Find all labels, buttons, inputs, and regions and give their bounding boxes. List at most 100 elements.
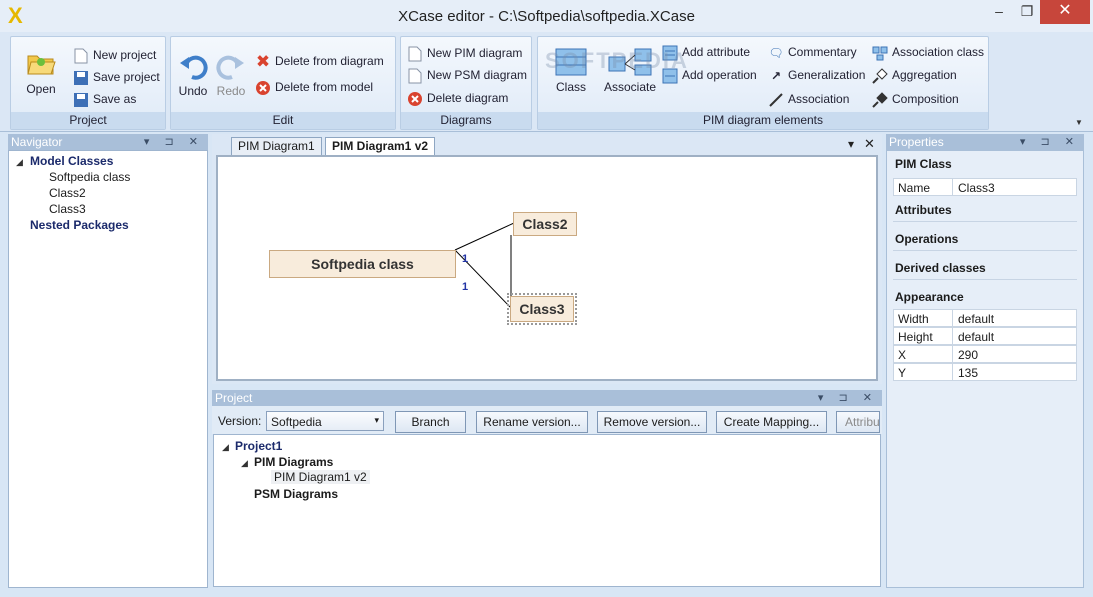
remove-version-button[interactable]: Remove version... (597, 411, 707, 433)
property-name-row[interactable]: Name Class3 (893, 178, 1077, 196)
composition-diamond-icon (872, 92, 888, 108)
class-class3[interactable]: Class3 (507, 293, 577, 325)
navigator-panel: Navigator ▾ ⊐ ✕ ◢ Model Classes Softpedi… (8, 134, 208, 588)
new-pim-diagram-button[interactable]: New PIM diagram (407, 43, 522, 63)
tab-pim-diagram1[interactable]: PIM Diagram1 (231, 137, 322, 155)
undo-arrow-icon (180, 55, 208, 80)
project-header: Project ▾ ⊐ ✕ (212, 390, 882, 406)
tree-class-item[interactable]: Class2 (49, 186, 86, 200)
version-select[interactable]: Softpedia ▾ (266, 411, 384, 431)
minimize-button[interactable]: – (984, 0, 1014, 24)
new-project-button[interactable]: New project (73, 45, 156, 65)
aggregation-button[interactable]: Aggregation (872, 65, 957, 85)
open-button[interactable]: Open (19, 47, 63, 96)
panel-pin-icon[interactable]: ▾ ⊐ ✕ (818, 390, 878, 406)
save-as-button[interactable]: Save as (73, 89, 136, 109)
property-key: Height (898, 330, 933, 344)
property-key: Name (898, 181, 931, 195)
association-line-top[interactable] (454, 222, 515, 251)
association-line-icon (768, 92, 784, 108)
tree-class-item[interactable]: Class3 (49, 202, 86, 216)
association-button[interactable]: Association (768, 89, 849, 109)
tree-project-root[interactable]: Project1 (235, 439, 282, 453)
tree-pim-diagram-item[interactable]: PIM Diagram1 v2 (271, 470, 370, 484)
class-softpedia[interactable]: Softpedia class (269, 250, 456, 278)
red-x-icon: ✖ (255, 51, 271, 71)
section-divider (893, 279, 1077, 280)
panel-pin-icon[interactable]: ▾ ⊐ ✕ (144, 134, 204, 150)
property-key: X (898, 348, 907, 362)
property-height-row[interactable]: Height default (893, 327, 1077, 345)
undo-label: Undo (178, 84, 208, 98)
tree-psm-diagrams[interactable]: PSM Diagrams (254, 487, 338, 501)
generalization-button[interactable]: ↗ Generalization (768, 65, 865, 85)
version-label: Version: (218, 414, 262, 428)
redo-button[interactable]: Redo (213, 51, 249, 98)
navigator-title: Navigator (11, 135, 63, 149)
redo-label: Redo (216, 84, 246, 98)
ribbon-collapse-icon[interactable]: ▼ (1075, 118, 1083, 127)
undo-button[interactable]: Undo (175, 51, 211, 98)
property-divider (952, 364, 953, 380)
property-value: default (958, 312, 995, 326)
properties-derived-classes: Derived classes (895, 261, 986, 275)
property-value: 135 (958, 366, 979, 380)
save-project-button[interactable]: Save project (73, 67, 160, 87)
new-document-icon (407, 46, 423, 62)
properties-section-header: PIM Class (895, 157, 952, 171)
chevron-down-icon: ▾ (374, 415, 379, 425)
new-psm-diagram-button[interactable]: New PSM diagram (407, 65, 527, 85)
rename-version-button[interactable]: Rename version... (476, 411, 588, 433)
properties-operations: Operations (895, 232, 959, 246)
window-title: XCase editor - C:\Softpedia\softpedia.XC… (398, 8, 695, 25)
create-mapping-button[interactable]: Create Mapping... (716, 411, 827, 433)
maximize-button[interactable]: ❐ (1012, 0, 1042, 24)
class-class2[interactable]: Class2 (513, 212, 577, 236)
property-width-row[interactable]: Width default (893, 309, 1077, 327)
redo-arrow-icon (216, 55, 244, 80)
commentary-button[interactable]: 🗨 Commentary (768, 42, 856, 62)
branch-button[interactable]: Branch (395, 411, 466, 433)
delete-circle-icon (407, 91, 423, 107)
tree-class-item[interactable]: Softpedia class (49, 170, 130, 184)
association-class-icon (872, 45, 888, 61)
multiplicity-label: 1 (462, 253, 469, 265)
attributes-button[interactable]: Attribu (836, 411, 880, 433)
close-button[interactable]: ✕ (1040, 0, 1090, 24)
expand-triangle-icon[interactable]: ◢ (241, 458, 248, 469)
project-tree: ◢ Project1 ◢ PIM Diagrams PIM Diagram1 v… (213, 434, 881, 587)
property-y-row[interactable]: Y 135 (893, 363, 1077, 381)
tree-model-classes[interactable]: Model Classes (30, 154, 113, 168)
section-divider (893, 250, 1077, 251)
ribbon-caption-project: Project (11, 112, 165, 129)
tree-nested-packages[interactable]: Nested Packages (30, 218, 129, 232)
property-key: Y (898, 366, 907, 380)
comment-bubble-icon: 🗨 (768, 45, 784, 60)
expand-triangle-icon[interactable]: ◢ (16, 157, 23, 168)
composition-button[interactable]: Composition (872, 89, 959, 109)
expand-triangle-icon[interactable]: ◢ (222, 442, 229, 453)
ribbon: Open New project Save project Save as Pr… (0, 32, 1093, 132)
delete-diagram-button[interactable]: Delete diagram (407, 88, 508, 108)
close-tab-icon[interactable]: ✕ (864, 136, 875, 152)
properties-header: Properties ▾ ⊐ ✕ (886, 134, 1084, 150)
delete-from-model-button[interactable]: Delete from model (255, 77, 373, 97)
delete-from-diagram-button[interactable]: ✖ Delete from diagram (255, 51, 384, 71)
property-value: default (958, 330, 995, 344)
ribbon-caption-edit: Edit (171, 112, 395, 129)
open-label: Open (26, 82, 56, 96)
tab-list-icon[interactable]: ▾ (848, 137, 854, 151)
ribbon-caption-diagrams: Diagrams (401, 112, 531, 129)
aggregation-diamond-icon (872, 68, 888, 84)
multiplicity-label: 1 (462, 281, 469, 293)
ribbon-group-diagrams: New PIM diagram New PSM diagram Delete d… (400, 36, 532, 130)
association-class-button[interactable]: Association class (872, 42, 984, 62)
tab-pim-diagram1-v2[interactable]: PIM Diagram1 v2 (325, 137, 436, 156)
diagram-canvas[interactable]: Softpedia class Class2 Class3 1 1 (216, 155, 878, 381)
new-document-icon (407, 68, 423, 84)
tree-pim-diagrams[interactable]: PIM Diagrams (254, 455, 333, 469)
save-disk-icon (73, 70, 89, 86)
property-x-row[interactable]: X 290 (893, 345, 1077, 363)
panel-pin-icon[interactable]: ▾ ⊐ ✕ (1020, 134, 1080, 150)
title-bar: X XCase editor - C:\Softpedia\softpedia.… (0, 0, 1093, 32)
